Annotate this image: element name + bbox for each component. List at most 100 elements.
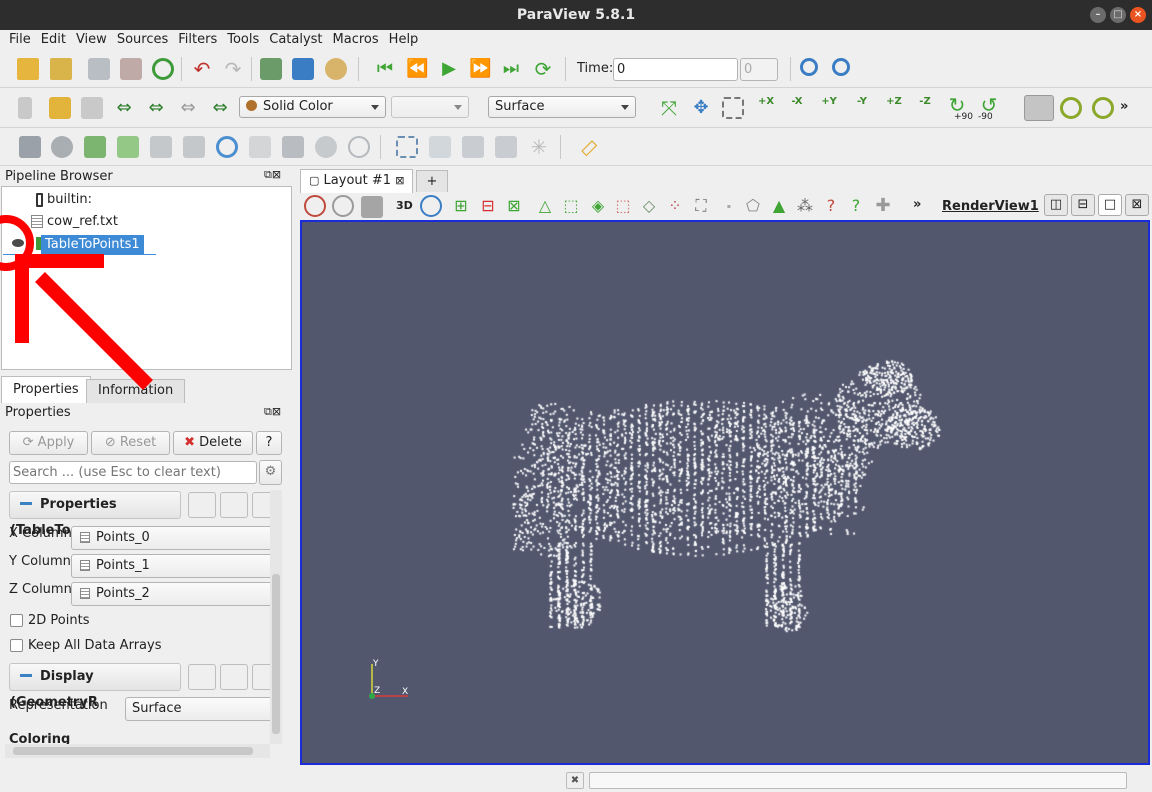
toolbar-more-icon[interactable]: »	[1120, 99, 1128, 114]
zoom-to-box-icon[interactable]	[420, 195, 442, 217]
maximize-view-icon[interactable]: □	[1098, 194, 1122, 216]
paste-properties-icon[interactable]	[220, 492, 248, 518]
restore-defaults-icon[interactable]	[252, 492, 271, 518]
select-points-on-icon[interactable]: ⬚	[560, 195, 582, 217]
restore-display-icon[interactable]	[252, 664, 271, 690]
select-block-icon[interactable]: ◇	[638, 195, 660, 217]
next-frame-icon[interactable]: ⏩	[469, 58, 491, 80]
plot-selection-over-time-icon[interactable]	[429, 136, 451, 158]
apply-button[interactable]: ⟳ Apply	[9, 431, 88, 455]
redo-icon[interactable]: ↷	[222, 58, 244, 80]
color-palette-icon[interactable]	[325, 58, 347, 80]
view-minus-x-button[interactable]: -X	[784, 96, 810, 120]
keep-arrays-checkbox[interactable]	[10, 639, 23, 652]
reset-button[interactable]: ⊘ Reset	[91, 431, 170, 455]
add-layout-button[interactable]: +	[416, 170, 448, 192]
save-state-icon[interactable]	[120, 58, 142, 80]
select-polygon-cells-icon[interactable]: ▲	[768, 195, 790, 217]
properties-vscrollbar[interactable]	[270, 490, 282, 744]
select-polygon-points-icon[interactable]: ⁂	[794, 195, 816, 217]
menu-file[interactable]: File	[0, 30, 36, 50]
close-icon[interactable]: ×	[1130, 7, 1146, 23]
menu-view[interactable]: View	[71, 30, 112, 50]
reset-center-icon[interactable]	[1092, 97, 1114, 119]
grow-selection-icon[interactable]: ✚	[872, 195, 894, 217]
zoom-to-data-icon[interactable]: ✥	[690, 97, 712, 119]
extract-selection-icon[interactable]	[396, 136, 418, 158]
select-cells-on-icon[interactable]: △	[534, 195, 556, 217]
group-datasets-icon[interactable]	[315, 136, 337, 158]
abort-icon[interactable]: ✖	[566, 772, 584, 789]
query-icon[interactable]	[832, 58, 850, 76]
undo-icon[interactable]: ↶	[191, 58, 213, 80]
menu-macros[interactable]: Macros	[328, 30, 384, 50]
toggle-color-legend-icon[interactable]	[18, 97, 32, 119]
last-frame-icon[interactable]: ⏭	[500, 58, 522, 80]
save-data-icon[interactable]	[50, 58, 72, 80]
properties-section-header[interactable]: Properties (TableTo	[9, 491, 181, 538]
calculator-icon[interactable]	[19, 136, 41, 158]
contour-icon[interactable]	[51, 136, 73, 158]
snowflake-icon[interactable]: ✳	[528, 136, 550, 158]
representation-select[interactable]: Surface	[125, 697, 271, 721]
zoom-to-box-icon[interactable]	[722, 97, 744, 119]
render-view[interactable]: Y Z X	[300, 220, 1150, 765]
view-plus-y-button[interactable]: +Y	[816, 96, 842, 120]
2d-points-checkbox[interactable]	[10, 614, 23, 627]
rescale-range-icon[interactable]: ⇔	[113, 97, 135, 119]
polygon-select-icon[interactable]: ⬠	[742, 195, 764, 217]
view-plus-z-button[interactable]: +Z	[881, 96, 907, 120]
menu-tools[interactable]: Tools	[222, 30, 264, 50]
view-plus-x-button[interactable]: +X	[753, 96, 779, 120]
minimize-icon[interactable]: –	[1090, 7, 1106, 23]
interactive-select-points-icon[interactable]: ⛶	[690, 195, 712, 217]
reset-session-icon[interactable]	[152, 58, 174, 80]
menu-sources[interactable]: Sources	[112, 30, 173, 50]
find-data-icon[interactable]	[800, 58, 818, 76]
use-separate-colormap-icon[interactable]	[81, 97, 103, 119]
subtract-selection-icon[interactable]: ⊟	[477, 195, 499, 217]
help-button[interactable]: ?	[256, 431, 282, 455]
stream-tracer-icon[interactable]	[249, 136, 271, 158]
hover-cells-icon[interactable]: ?	[820, 195, 842, 217]
search-input[interactable]	[9, 461, 257, 484]
glyph-icon[interactable]	[216, 136, 238, 158]
load-state-icon[interactable]	[88, 58, 110, 80]
maximize-icon[interactable]: □	[1110, 7, 1126, 23]
rescale-custom-icon[interactable]: ⇔	[145, 97, 167, 119]
plot-over-line-icon[interactable]	[462, 136, 484, 158]
edit-colormap-icon[interactable]	[49, 97, 71, 119]
show-orientation-axes-icon[interactable]	[1024, 95, 1054, 121]
plot-data-icon[interactable]	[495, 136, 517, 158]
point-cloud-canvas[interactable]	[302, 222, 1148, 763]
threshold-icon[interactable]	[150, 136, 172, 158]
split-vertical-icon[interactable]: ⊟	[1071, 194, 1095, 216]
float-properties-icon[interactable]: ⧉⊠	[264, 405, 281, 419]
ruler-icon[interactable]: ▭	[572, 131, 603, 162]
view-minus-z-button[interactable]: -Z	[912, 96, 938, 120]
delete-button[interactable]: ✖ Delete	[173, 431, 253, 455]
toggle-selection-icon[interactable]: ⊠	[503, 195, 525, 217]
z-column-select[interactable]: Points_2	[71, 582, 271, 606]
slice-icon[interactable]	[117, 136, 139, 158]
view-name-label[interactable]: RenderView1	[942, 199, 1039, 214]
close-view-icon[interactable]: ⊠	[1125, 194, 1149, 216]
timestep-spinbox[interactable]: 0	[740, 58, 778, 81]
copy-properties-icon[interactable]	[188, 492, 216, 518]
menu-catalyst[interactable]: Catalyst	[264, 30, 327, 50]
show-center-icon[interactable]	[1060, 97, 1082, 119]
y-column-select[interactable]: Points_1	[71, 554, 271, 578]
open-file-icon[interactable]	[17, 58, 39, 80]
first-frame-icon[interactable]: ⏮	[374, 58, 396, 80]
coloring-combo[interactable]: Solid Color	[239, 96, 386, 118]
view-minus-y-button[interactable]: -Y	[849, 96, 875, 120]
reset-view-icon[interactable]	[304, 195, 326, 217]
tab-layout-1[interactable]: ▢ Layout #1 ⊠	[300, 169, 414, 193]
properties-hscrollbar[interactable]	[5, 744, 270, 758]
paste-display-icon[interactable]	[220, 664, 248, 690]
time-input[interactable]: 0	[613, 58, 738, 81]
menu-edit[interactable]: Edit	[36, 30, 71, 50]
display-section-header[interactable]: Display (GeometryR	[9, 663, 181, 710]
add-selection-icon[interactable]: ⊞	[450, 195, 472, 217]
disconnect-icon[interactable]	[292, 58, 314, 80]
